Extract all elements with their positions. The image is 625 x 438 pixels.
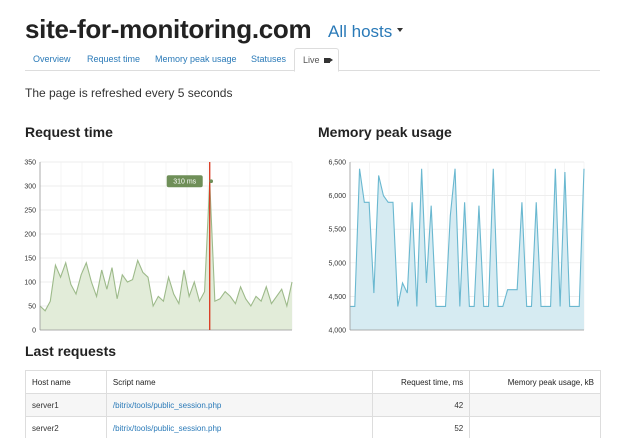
tab-overview[interactable]: Overview	[25, 48, 79, 71]
y-tick-label: 350	[24, 160, 36, 167]
tab-bar: Overview Request time Memory peak usage …	[25, 48, 600, 72]
site-title: site-for-monitoring.com	[25, 14, 312, 44]
host-cell: server2	[25, 416, 107, 438]
y-tick-label: 100	[24, 280, 36, 287]
video-camera-icon	[323, 58, 333, 63]
y-tick-label: 5,500	[328, 227, 346, 234]
table-row: server1 /bitrix/tools/public_session.php…	[25, 393, 601, 417]
memory-peak-chart: 4,000 4,500 5,000 5,500 6,000 6,500	[328, 160, 585, 335]
tab-live[interactable]: Live	[294, 48, 339, 72]
memory-cell	[469, 416, 601, 438]
y-tick-label: 5,000	[328, 260, 346, 267]
refresh-notice: The page is refreshed every 5 seconds	[25, 86, 233, 100]
table-row: server2 /bitrix/tools/public_session.php…	[25, 416, 601, 438]
request-time-title: Request time	[25, 124, 113, 140]
table-header-row: Host name Script name Request time, ms M…	[25, 370, 601, 394]
y-tick-label: 0	[32, 328, 36, 335]
y-tick-label: 200	[24, 232, 36, 239]
caret-down-icon	[397, 28, 404, 32]
column-host-name: Host name	[25, 370, 107, 394]
column-memory-peak: Memory peak usage, kB	[469, 370, 601, 394]
y-tick-label: 250	[24, 208, 36, 215]
request-time-cell: 42	[372, 393, 471, 417]
tooltip-value: 310 ms	[173, 179, 196, 186]
column-request-time: Request time, ms	[372, 370, 471, 394]
tab-request-time[interactable]: Request time	[79, 48, 148, 71]
all-hosts-label: All hosts	[328, 22, 393, 41]
script-link[interactable]: /bitrix/tools/public_session.php	[105, 416, 374, 438]
y-tick-label: 150	[24, 256, 36, 263]
tab-statuses[interactable]: Statuses	[243, 48, 294, 71]
all-hosts-dropdown[interactable]: All hosts	[328, 22, 404, 42]
y-tick-label: 300	[24, 184, 36, 191]
host-cell: server1	[25, 393, 107, 417]
request-time-chart: 0 50 100 150 200 250 300 350 310 ms	[24, 160, 293, 335]
hover-point	[209, 179, 214, 183]
y-tick-label: 50	[28, 304, 36, 311]
last-requests-table: Host name Script name Request time, ms M…	[25, 370, 601, 438]
y-tick-label: 6,500	[328, 160, 346, 167]
last-requests-title: Last requests	[25, 343, 117, 359]
memory-cell	[469, 393, 601, 417]
y-tick-label: 4,500	[328, 294, 346, 301]
tab-memory-peak-usage[interactable]: Memory peak usage	[147, 48, 245, 71]
y-tick-label: 6,000	[328, 193, 346, 200]
request-time-cell: 52	[372, 416, 471, 438]
column-script-name: Script name	[105, 370, 374, 394]
y-tick-label: 4,000	[328, 328, 346, 335]
memory-peak-title: Memory peak usage	[318, 124, 452, 140]
script-link[interactable]: /bitrix/tools/public_session.php	[105, 393, 374, 417]
